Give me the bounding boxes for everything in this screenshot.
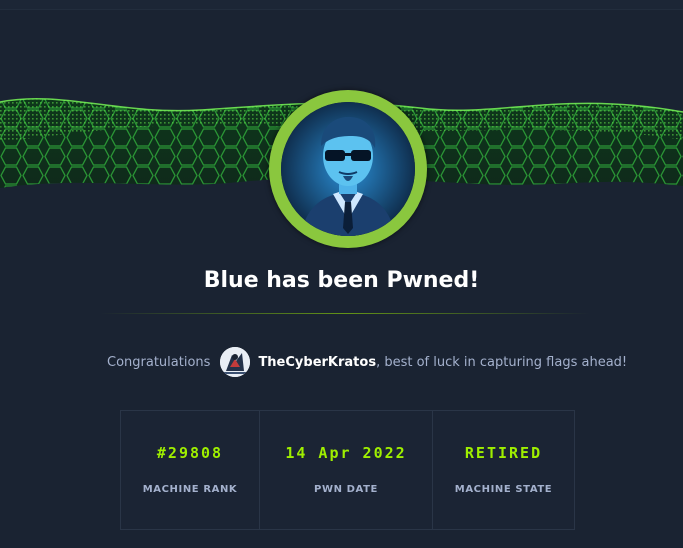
title-divider	[100, 313, 590, 314]
user-avatar[interactable]	[220, 347, 251, 377]
username-link[interactable]: TheCyberKratos	[258, 355, 376, 370]
stat-label: MACHINE RANK	[142, 484, 238, 495]
congrats-message: Congratulations TheCyberKratos , best of…	[107, 346, 667, 378]
stat-machine-rank: #29808 MACHINE RANK	[121, 411, 260, 529]
stat-machine-state: RETIRED MACHINE STATE	[433, 411, 574, 529]
congrats-prefix: Congratulations	[107, 354, 211, 370]
agent-avatar-icon	[281, 102, 415, 236]
machine-avatar	[269, 90, 427, 248]
stat-value: 14 Apr 2022	[285, 444, 407, 462]
pwned-title: Blue has been Pwned!	[203, 268, 480, 293]
stat-pwn-date: 14 Apr 2022 PWN DATE	[260, 411, 433, 529]
stat-label: PWN DATE	[314, 484, 378, 495]
stat-value: #29808	[156, 444, 224, 462]
stat-label: MACHINE STATE	[454, 484, 553, 495]
stat-value: RETIRED	[464, 444, 543, 462]
top-strip	[0, 0, 683, 10]
user-avatar-icon	[220, 347, 251, 377]
congrats-suffix: , best of luck in capturing flags ahead!	[376, 354, 628, 370]
machine-stats: #29808 MACHINE RANK 14 Apr 2022 PWN DATE…	[120, 410, 575, 530]
